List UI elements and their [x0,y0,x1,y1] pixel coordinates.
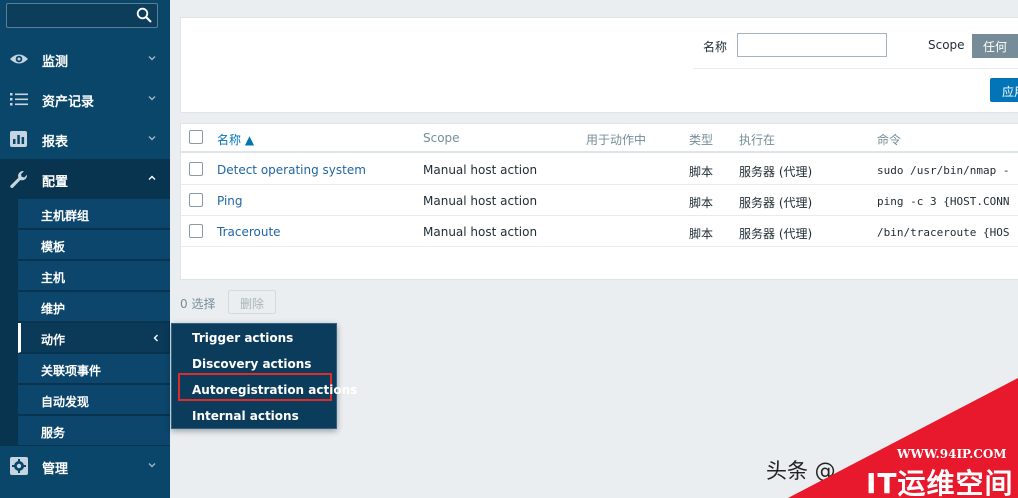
submenu-label: 关联项事件 [41,364,102,378]
submenu-templates[interactable]: 模板 [18,230,170,260]
submenu-label: 服务 [41,426,66,440]
search-icon[interactable] [136,7,152,23]
script-type: 脚本 [689,196,714,210]
chevron-down-icon [148,136,156,141]
submenu-host-groups[interactable]: 主机群组 [18,199,170,229]
menu-item-internal-actions[interactable]: Internal actions [192,409,299,423]
nav-label: 配置 [42,175,69,190]
submenu-actions[interactable]: 动作 [18,323,170,353]
submenu-hosts[interactable]: 主机 [18,261,170,291]
nav-administration[interactable]: 管理 [0,446,170,486]
script-execute-on: 服务器 (代理) [739,227,813,241]
script-type: 脚本 [689,165,714,179]
menu-item-trigger-actions[interactable]: Trigger actions [192,331,293,345]
menu-item-discovery-actions[interactable]: Discovery actions [192,357,311,371]
table-header: 名称 ▲ Scope 用于动作中 类型 执行在 命令 [181,124,1018,153]
eye-icon [10,54,28,64]
submenu-discovery[interactable]: 自动发现 [18,385,170,415]
row-checkbox[interactable] [189,162,203,176]
sidebar-bottom [0,486,170,498]
list-icon [10,93,28,106]
chevron-down-icon [148,96,156,101]
submenu-label: 维护 [41,302,66,316]
header-name[interactable]: 名称 ▲ [217,131,254,148]
submenu-event-correlation[interactable]: 关联项事件 [18,354,170,384]
filter-scope-label: Scope [928,38,965,52]
chevron-left-icon [153,334,158,342]
configuration-submenu: 主机群组 模板 主机 维护 动作 关联项事件 自动发现 服务 [0,199,170,446]
row-checkbox[interactable] [189,224,203,238]
watermark-toutiao: 头条 @ [766,459,836,483]
chevron-down-icon [148,56,156,61]
gear-icon [10,457,28,475]
nav-monitoring[interactable]: 监测 [0,39,170,79]
nav-label: 资产记录 [42,95,95,110]
nav-label: 管理 [42,462,69,477]
script-scope: Manual host action [423,225,538,239]
header-execute-on: 执行在 [739,133,776,147]
chevron-up-icon [148,175,156,180]
table-row: Detect operating system Manual host acti… [181,154,1018,185]
nav-configuration[interactable]: 配置 [0,159,170,199]
table-row: Ping Manual host action 脚本 服务器 (代理) ping… [181,185,1018,216]
menu-item-autoregistration-actions[interactable]: Autoregistration actions [192,383,357,397]
submenu-maintenance[interactable]: 维护 [18,292,170,322]
apply-button[interactable]: 应用 [990,78,1018,102]
actions-popup-menu: Trigger actions Discovery actions Autore… [171,323,357,429]
filter-name-label: 名称 [703,40,728,54]
header-type: 类型 [689,133,714,147]
header-used-in-actions: 用于动作中 [586,133,647,147]
script-command: sudo /usr/bin/nmap - [877,164,1010,177]
selected-count: 0 选择 [180,297,216,311]
script-execute-on: 服务器 (代理) [739,196,813,210]
header-command: 命令 [877,133,902,147]
select-all-checkbox[interactable] [189,130,203,144]
scripts-table: 名称 ▲ Scope 用于动作中 类型 执行在 命令 Detect operat… [180,123,1018,280]
script-name-link[interactable]: Traceroute [217,225,281,239]
script-name-link[interactable]: Detect operating system [217,163,366,177]
watermark-brand: IT运维空间 [866,467,1014,498]
bar-chart-icon [10,131,27,147]
nav-label: 监测 [42,55,69,70]
submenu-services[interactable]: 服务 [18,416,170,446]
header-scope: Scope [423,131,460,145]
nav-reports[interactable]: 报表 [0,119,170,159]
script-command: ping -c 3 {HOST.CONN [877,195,1010,208]
script-type: 脚本 [689,227,714,241]
sidebar: 监测 资产记录 报表 配置 主机群组 模板 主机 维护 动作 关联项事件 自动发… [0,0,170,498]
script-scope: Manual host action [423,194,538,208]
submenu-label: 模板 [41,240,66,254]
filter-panel: 名称 Scope 任何 应用 [180,17,1018,113]
script-command: /bin/traceroute {HOS [877,226,1010,239]
submenu-label: 自动发现 [41,395,90,409]
submenu-label: 主机 [41,271,66,285]
submenu-label: 动作 [41,333,66,347]
wrench-icon [10,171,28,188]
nav-inventory[interactable]: 资产记录 [0,79,170,119]
script-scope: Manual host action [423,163,538,177]
filter-divider [693,68,1018,69]
sidebar-search-input[interactable] [6,3,158,28]
scope-any-button[interactable]: 任何 [972,34,1018,58]
chevron-down-icon [148,463,156,468]
nav-label: 报表 [42,135,69,150]
script-name-link[interactable]: Ping [217,194,243,208]
delete-button[interactable]: 删除 [228,290,276,314]
submenu-label: 主机群组 [41,209,90,223]
watermark-url: WWW.94IP.COM [897,447,1007,461]
script-execute-on: 服务器 (代理) [739,165,813,179]
filter-name-input[interactable] [737,33,887,57]
table-row: Traceroute Manual host action 脚本 服务器 (代理… [181,216,1018,247]
row-checkbox[interactable] [189,193,203,207]
